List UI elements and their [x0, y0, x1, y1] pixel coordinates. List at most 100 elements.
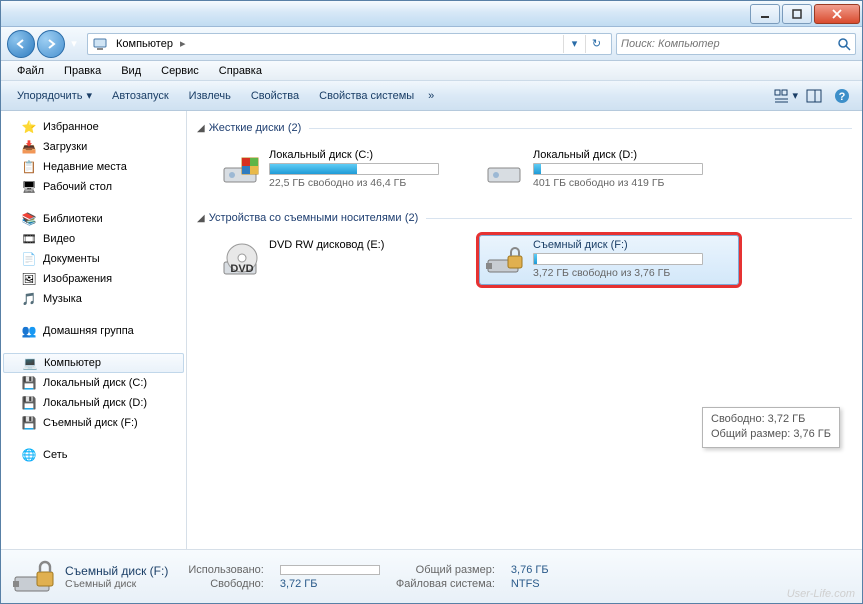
menu-bar: Файл Правка Вид Сервис Справка — [1, 61, 862, 81]
navigation-pane: ⭐Избранное 📥Загрузки 📋Недавние места 🖥Ра… — [1, 111, 187, 549]
library-icon: 📚 — [21, 211, 37, 227]
view-options-button[interactable]: ▾ — [774, 85, 798, 107]
details-subtitle: Съемный диск — [65, 578, 168, 590]
chevron-right-icon[interactable]: ▸ — [177, 37, 189, 50]
details-pane: Съемный диск (F:) Съемный диск Использов… — [1, 549, 862, 603]
details-total-label: Общий размер: — [396, 564, 495, 576]
breadcrumb-computer[interactable]: Компьютер — [112, 38, 177, 50]
history-dropdown[interactable]: ▾ — [67, 30, 81, 58]
star-icon: ⭐ — [21, 119, 37, 135]
details-free-label: Свободно: — [188, 578, 264, 590]
svg-text:DVD: DVD — [230, 263, 253, 275]
refresh-button[interactable]: ↻ — [585, 35, 607, 53]
group-hard-drives[interactable]: ◢ Жесткие диски (2) — [197, 117, 852, 139]
usb-drive-locked-icon — [483, 239, 525, 281]
menu-edit[interactable]: Правка — [54, 63, 111, 79]
recent-icon: 📋 — [21, 159, 37, 175]
drive-c[interactable]: Локальный диск (C:) 22,5 ГБ свободно из … — [215, 145, 475, 195]
sidebar-documents[interactable]: 📄Документы — [1, 249, 186, 269]
pictures-icon: 🖼 — [21, 271, 37, 287]
main-body: ⭐Избранное 📥Загрузки 📋Недавние места 🖥Ра… — [1, 111, 862, 549]
explorer-window: ▾ Компьютер ▸ ▾ ↻ Файл Правка Вид Сервис… — [0, 0, 863, 604]
svg-text:?: ? — [839, 91, 846, 103]
titlebar — [1, 1, 862, 27]
drive-free-text: 3,72 ГБ свободно из 3,76 ГБ — [533, 267, 735, 279]
usb-drive-locked-icon — [11, 555, 55, 599]
properties-button[interactable]: Свойства — [241, 86, 309, 106]
sidebar-videos[interactable]: 🎞Видео — [1, 229, 186, 249]
network-icon: 🌐 — [21, 447, 37, 463]
address-dropdown[interactable]: ▾ — [563, 35, 585, 53]
content-pane: ◢ Жесткие диски (2) Локальный диск (C:) … — [187, 111, 862, 549]
computer-icon — [92, 36, 108, 52]
drive-label: Съемный диск (F:) — [533, 239, 735, 251]
help-button[interactable]: ? — [830, 85, 854, 107]
search-icon[interactable] — [837, 37, 851, 51]
video-icon: 🎞 — [21, 231, 37, 247]
back-button[interactable] — [7, 30, 35, 58]
sidebar-pictures[interactable]: 🖼Изображения — [1, 269, 186, 289]
group-removable[interactable]: ◢ Устройства со съемными носителями (2) — [197, 207, 852, 229]
search-box[interactable] — [616, 33, 856, 55]
minimize-button[interactable] — [750, 4, 780, 24]
sidebar-disk-c[interactable]: 💾Локальный диск (C:) — [1, 373, 186, 393]
sidebar-music[interactable]: 🎵Музыка — [1, 289, 186, 309]
drive-f[interactable]: Съемный диск (F:) 3,72 ГБ свободно из 3,… — [479, 235, 739, 285]
hard-drive-icon — [219, 149, 261, 191]
search-input[interactable] — [621, 38, 837, 50]
forward-button[interactable] — [37, 30, 65, 58]
sidebar-favorites-header[interactable]: ⭐Избранное — [1, 117, 186, 137]
sidebar-computer-header[interactable]: 💻Компьютер — [3, 353, 184, 373]
drive-label: Локальный диск (D:) — [533, 149, 735, 161]
menu-file[interactable]: Файл — [7, 63, 54, 79]
details-title: Съемный диск (F:) — [65, 564, 168, 578]
drive-free-text: 401 ГБ свободно из 419 ГБ — [533, 177, 735, 189]
menu-tools[interactable]: Сервис — [151, 63, 209, 79]
homegroup-icon: 👥 — [21, 323, 37, 339]
usb-icon: 💾 — [21, 415, 37, 431]
details-fs-label: Файловая система: — [396, 578, 495, 590]
document-icon: 📄 — [21, 251, 37, 267]
details-used-label: Использовано: — [188, 564, 264, 576]
autoplay-button[interactable]: Автозапуск — [102, 86, 179, 106]
sidebar-disk-f[interactable]: 💾Съемный диск (F:) — [1, 413, 186, 433]
watermark: User-Life.com — [787, 588, 855, 600]
preview-pane-button[interactable] — [802, 85, 826, 107]
hard-drive-icon — [483, 149, 525, 191]
system-properties-button[interactable]: Свойства системы — [309, 86, 424, 106]
sidebar-disk-d[interactable]: 💾Локальный диск (D:) — [1, 393, 186, 413]
drive-free-text: 22,5 ГБ свободно из 46,4 ГБ — [269, 177, 471, 189]
chevron-down-icon: ◢ — [197, 123, 205, 134]
desktop-icon: 🖥 — [21, 179, 37, 195]
organize-button[interactable]: Упорядочить ▾ — [7, 85, 102, 106]
address-bar[interactable]: Компьютер ▸ ▾ ↻ — [87, 33, 612, 55]
tooltip-total: Общий размер: 3,76 ГБ — [711, 427, 831, 442]
space-bar — [533, 163, 703, 175]
sidebar-desktop[interactable]: 🖥Рабочий стол — [1, 177, 186, 197]
sidebar-downloads[interactable]: 📥Загрузки — [1, 137, 186, 157]
menu-help[interactable]: Справка — [209, 63, 272, 79]
details-fs-value: NTFS — [511, 578, 549, 590]
details-total-value: 3,76 ГБ — [511, 564, 549, 576]
maximize-button[interactable] — [782, 4, 812, 24]
space-bar — [533, 253, 703, 265]
drive-dvd[interactable]: DVD DVD RW дисковод (E:) — [215, 235, 475, 285]
drive-label: DVD RW дисковод (E:) — [269, 239, 471, 251]
drive-d[interactable]: Локальный диск (D:) 401 ГБ свободно из 4… — [479, 145, 739, 195]
more-commands-button[interactable]: » — [424, 90, 438, 102]
menu-view[interactable]: Вид — [111, 63, 151, 79]
close-button[interactable] — [814, 4, 860, 24]
space-bar — [269, 163, 439, 175]
sidebar-libraries-header[interactable]: 📚Библиотеки — [1, 209, 186, 229]
downloads-icon: 📥 — [21, 139, 37, 155]
sidebar-network[interactable]: 🌐Сеть — [1, 445, 186, 465]
disk-icon: 💾 — [21, 375, 37, 391]
sidebar-homegroup[interactable]: 👥Домашняя группа — [1, 321, 186, 341]
sidebar-recent[interactable]: 📋Недавние места — [1, 157, 186, 177]
computer-icon: 💻 — [22, 355, 38, 371]
details-used-bar — [280, 565, 380, 575]
command-bar: Упорядочить ▾ Автозапуск Извлечь Свойств… — [1, 81, 862, 111]
eject-button[interactable]: Извлечь — [179, 86, 241, 106]
music-icon: 🎵 — [21, 291, 37, 307]
chevron-down-icon: ◢ — [197, 213, 205, 224]
